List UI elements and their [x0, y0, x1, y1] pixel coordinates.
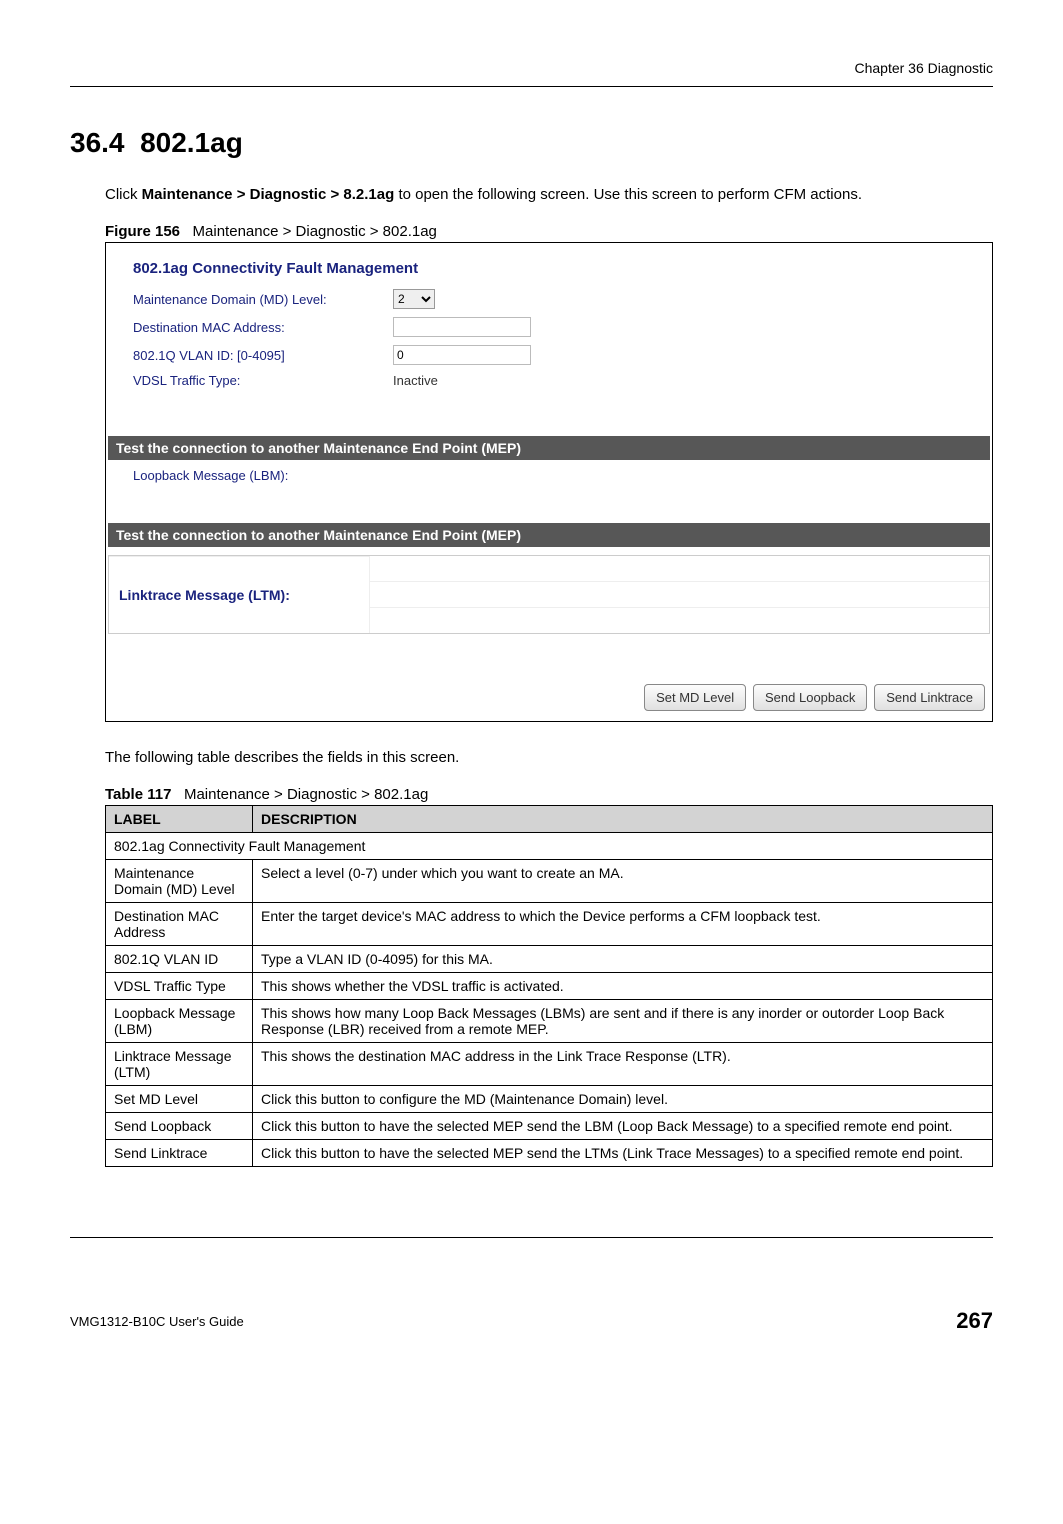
chapter-header: Chapter 36 Diagnostic: [70, 60, 993, 76]
send-linktrace-button[interactable]: Send Linktrace: [874, 684, 985, 711]
table-cell-label: Destination MAC Address: [106, 903, 253, 946]
footer: VMG1312-B10C User's Guide 267: [70, 1308, 993, 1334]
table-cell-desc: Click this button to configure the MD (M…: [253, 1086, 993, 1113]
table-cell-desc: Click this button to have the selected M…: [253, 1140, 993, 1167]
lbm-label: Loopback Message (LBM):: [133, 468, 288, 483]
section-number: 36.4: [70, 127, 125, 158]
lbm-row: Loopback Message (LBM):: [108, 460, 990, 503]
ltm-cell: [370, 582, 989, 608]
table-row: Linktrace Message (LTM)This shows the de…: [106, 1043, 993, 1086]
table-row: Loopback Message (LBM)This shows how man…: [106, 1000, 993, 1043]
intro-prefix: Click: [105, 186, 142, 203]
table-row: Maintenance Domain (MD) LevelSelect a le…: [106, 860, 993, 903]
table-caption-text: Maintenance > Diagnostic > 802.1ag: [184, 786, 428, 803]
bottom-rule: [70, 1237, 993, 1238]
table-cell-label: Set MD Level: [106, 1086, 253, 1113]
description-table: LABEL DESCRIPTION 802.1ag Connectivity F…: [105, 805, 993, 1167]
table-cell-label: Send Loopback: [106, 1113, 253, 1140]
ltm-cell: [370, 556, 989, 582]
intro-path-2: Diagnostic: [250, 186, 327, 203]
table-row: VDSL Traffic TypeThis shows whether the …: [106, 973, 993, 1000]
table-header-desc: DESCRIPTION: [253, 806, 993, 833]
ltm-cell: [370, 608, 989, 633]
table-cell-desc: Type a VLAN ID (0-4095) for this MA.: [253, 946, 993, 973]
screenshot-figure: 802.1ag Connectivity Fault Management Ma…: [105, 242, 993, 722]
table-cell-label: 802.1Q VLAN ID: [106, 946, 253, 973]
intro-path-1: Maintenance >: [142, 186, 250, 203]
table-label: Table 117: [105, 786, 171, 803]
footer-guide: VMG1312-B10C User's Guide: [70, 1314, 244, 1329]
table-cell-desc: This shows whether the VDSL traffic is a…: [253, 973, 993, 1000]
md-level-row: Maintenance Domain (MD) Level: 2: [133, 289, 970, 309]
md-level-label: Maintenance Domain (MD) Level:: [133, 292, 393, 307]
table-cell-desc: Select a level (0-7) under which you wan…: [253, 860, 993, 903]
mep-banner-1: Test the connection to another Maintenan…: [108, 436, 990, 460]
figure-caption: Figure 156 Maintenance > Diagnostic > 80…: [105, 223, 993, 240]
table-row: Destination MAC AddressEnter the target …: [106, 903, 993, 946]
vdsl-row: VDSL Traffic Type: Inactive: [133, 373, 970, 388]
intro-paragraph: Click Maintenance > Diagnostic > 8.2.1ag…: [105, 184, 993, 205]
table-row: Send LoopbackClick this button to have t…: [106, 1113, 993, 1140]
dest-mac-input[interactable]: [393, 317, 531, 337]
table-cell-span: 802.1ag Connectivity Fault Management: [106, 833, 993, 860]
vdsl-value: Inactive: [393, 373, 438, 388]
set-md-level-button[interactable]: Set MD Level: [644, 684, 746, 711]
table-row: 802.1Q VLAN IDType a VLAN ID (0-4095) fo…: [106, 946, 993, 973]
table-caption: Table 117 Maintenance > Diagnostic > 802…: [105, 786, 993, 803]
send-loopback-button[interactable]: Send Loopback: [753, 684, 867, 711]
dest-mac-row: Destination MAC Address:: [133, 317, 970, 337]
table-row: Send LinktraceClick this button to have …: [106, 1140, 993, 1167]
top-rule: [70, 86, 993, 87]
figure-label: Figure 156: [105, 223, 180, 240]
panel-title: 802.1ag Connectivity Fault Management: [133, 260, 970, 277]
section-title: 802.1ag: [140, 127, 243, 158]
vlan-input[interactable]: [393, 345, 531, 365]
vlan-row: 802.1Q VLAN ID: [0-4095]: [133, 345, 970, 365]
intro-path-3: > 8.2.1ag: [326, 186, 394, 203]
table-cell-label: Linktrace Message (LTM): [106, 1043, 253, 1086]
table-cell-desc: This shows the destination MAC address i…: [253, 1043, 993, 1086]
figure-caption-text: Maintenance > Diagnostic > 802.1ag: [193, 223, 437, 240]
vdsl-label: VDSL Traffic Type:: [133, 373, 393, 388]
cfm-panel: 802.1ag Connectivity Fault Management Ma…: [108, 245, 990, 416]
table-cell-desc: Enter the target device's MAC address to…: [253, 903, 993, 946]
section-heading: 36.4 802.1ag: [70, 127, 993, 159]
mep-banner-2: Test the connection to another Maintenan…: [108, 523, 990, 547]
md-level-select[interactable]: 2: [393, 289, 435, 309]
table-header-label: LABEL: [106, 806, 253, 833]
intro-suffix: to open the following screen. Use this s…: [394, 186, 862, 203]
table-row: Set MD LevelClick this button to configu…: [106, 1086, 993, 1113]
table-cell-label: VDSL Traffic Type: [106, 973, 253, 1000]
table-cell-label: Send Linktrace: [106, 1140, 253, 1167]
vlan-label: 802.1Q VLAN ID: [0-4095]: [133, 348, 393, 363]
table-row: 802.1ag Connectivity Fault Management: [106, 833, 993, 860]
ltm-cells: [370, 556, 989, 633]
dest-mac-label: Destination MAC Address:: [133, 320, 393, 335]
ltm-block: Linktrace Message (LTM):: [108, 555, 990, 634]
table-cell-label: Loopback Message (LBM): [106, 1000, 253, 1043]
ltm-label: Linktrace Message (LTM):: [109, 556, 370, 633]
button-row: Set MD Level Send Loopback Send Linktrac…: [108, 684, 990, 711]
post-figure-text: The following table describes the fields…: [105, 747, 993, 768]
page-number: 267: [956, 1308, 993, 1334]
table-cell-label: Maintenance Domain (MD) Level: [106, 860, 253, 903]
table-cell-desc: This shows how many Loop Back Messages (…: [253, 1000, 993, 1043]
table-cell-desc: Click this button to have the selected M…: [253, 1113, 993, 1140]
